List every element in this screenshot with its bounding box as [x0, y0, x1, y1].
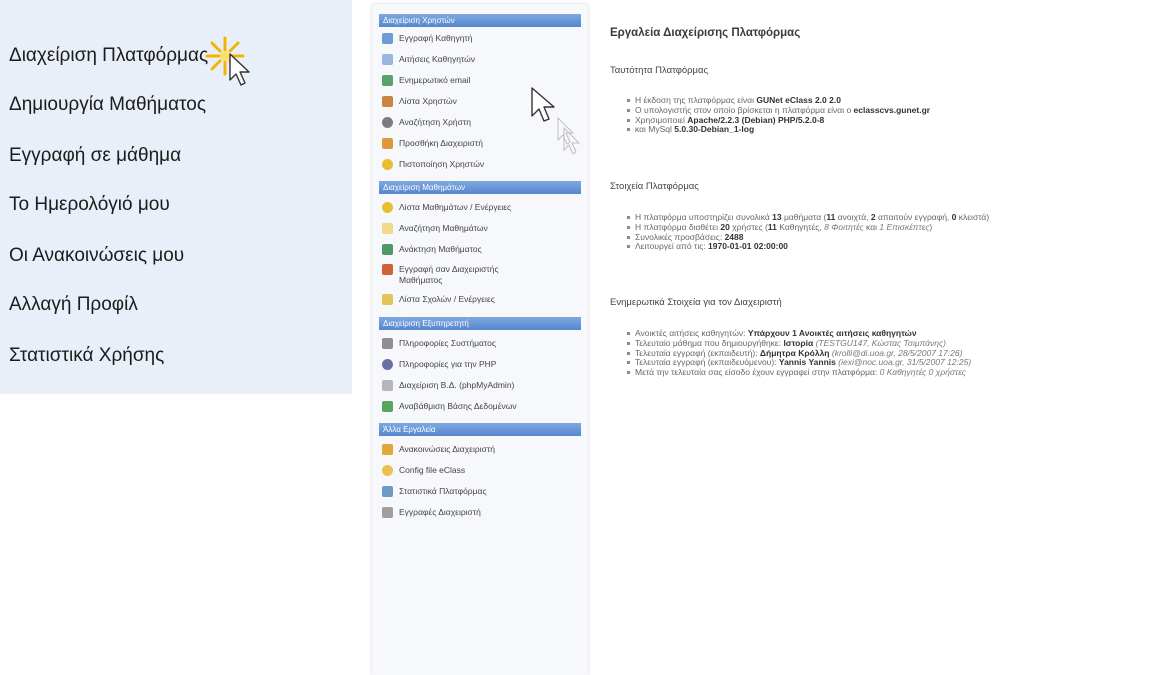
menu-item-usage-stats[interactable]: Στατιστικά Χρήσης	[9, 345, 164, 367]
course-restore-icon	[382, 244, 393, 255]
mouse-cursor-icon	[229, 53, 250, 86]
page-title: Εργαλεία Διαχείρισης Πλατφόρμας	[610, 27, 801, 39]
info-text-part: 11	[767, 221, 777, 232]
menu-item-platform-admin[interactable]: Διαχείριση Πλατφόρμας	[9, 45, 208, 67]
info-list-item: και MySql 5.0.30-Debian_1-log	[610, 124, 930, 135]
info-text-part: Τελευταία εγγραφή (εκπαιδευόμενου):	[635, 357, 779, 368]
info-text-part: Δήμητρα Κρόλλη	[759, 347, 830, 358]
info-text-part: Λειτουργεί από τις:	[635, 241, 709, 252]
section-header-other-tools: Άλλα Εργαλεία	[379, 423, 581, 436]
info-text-part: Χρησιμοποιεί	[635, 114, 688, 125]
users-list-icon	[382, 96, 393, 107]
info-text-part: Η πλατφόρμα διαθέτει	[635, 221, 721, 232]
section-header-user-management: Διαχείριση Χρηστών	[379, 14, 581, 27]
menu-item-create-course[interactable]: Δημιουργία Μαθήματος	[9, 94, 206, 116]
info-text-part: (TESTGU147, Κώστας Τσιμπάνης)	[813, 337, 946, 348]
info-text-part: 13	[772, 212, 782, 222]
info-text-part: κλειστά)	[956, 212, 990, 222]
info-text-part: Ο υπολογιστής στον οποίο βρίσκεται η πλα…	[635, 104, 854, 115]
key-icon	[382, 159, 393, 170]
info-text-part: 0 Καθηγητές 0 χρήστες	[879, 367, 966, 378]
info-text-part: Υπάρχουν 1 Ανοικτές αιτήσεις καθηγητών	[747, 328, 917, 338]
info-text-part: 1 Επισκέπτες	[879, 221, 930, 232]
courses-list-icon	[382, 202, 393, 213]
info-text-part: 1970-01-01 02:00:00	[708, 241, 788, 252]
menu-item-my-announcements[interactable]: Οι Ανακοινώσεις μου	[9, 245, 184, 267]
section-title-platform-data: Στοιχεία Πλατφόρμας	[610, 181, 699, 192]
info-text-part: Η έκδοση της πλατφόρμας είναι	[635, 95, 757, 105]
section-header-server-management: Διαχείριση Εξυπηρετητή	[379, 317, 581, 330]
email-icon	[382, 75, 393, 86]
info-text-part: (krolli@di.uoa.gr, 28/5/2007 17:26)	[829, 347, 963, 358]
info-text-part: μαθήματα (	[781, 212, 827, 222]
info-text-part: Τελευταίο μάθημα που δημιουργήθηκε:	[635, 337, 784, 348]
stats-icon	[382, 486, 393, 497]
database-icon	[382, 380, 393, 391]
info-text-part: GUNet eClass 2.0 2.0	[756, 95, 841, 105]
info-text-part: eclasscvs.gunet.gr	[853, 104, 931, 115]
section-title-admin-info: Ενημερωτικά Στοιχεία για τον Διαχειριστή	[610, 297, 782, 308]
admin-log-icon	[382, 507, 393, 518]
course-search-icon	[382, 223, 393, 234]
config-icon	[382, 465, 393, 476]
info-list-item: Λειτουργεί από τις: 1970-01-01 02:00:00	[610, 241, 989, 252]
php-info-icon	[382, 359, 393, 370]
list-platform-data: Η πλατφόρμα υποστηρίζει συνολικά 13 μαθή…	[610, 212, 990, 252]
info-text-part: Μετά την τελευταία σας είσοδο έχουν εγγρ…	[635, 367, 880, 378]
info-text-part: και MySql	[635, 124, 675, 135]
section-title-platform-identity: Ταυτότητα Πλατφόρμας	[610, 65, 709, 76]
info-text-part: 20	[720, 221, 730, 232]
user-requests-icon	[382, 54, 393, 65]
info-text-part: Τελευταία εγγραφή (εκπαιδευτή):	[635, 347, 760, 358]
system-info-icon	[382, 338, 393, 349]
menu-item-edit-profile[interactable]: Αλλαγή Προφίλ	[9, 294, 138, 316]
info-text-part: 5.0.30-Debian_1-log	[674, 124, 755, 135]
info-text-part: Ανοικτές αιτήσεις καθηγητών:	[635, 328, 748, 338]
info-text-part: Yannis Yannis	[778, 357, 836, 368]
announce-icon	[382, 444, 393, 455]
course-admin-icon	[382, 264, 393, 275]
admin-add-icon	[382, 138, 393, 149]
menu-item-my-calendar[interactable]: Το Ημερολόγιό μου	[9, 194, 170, 216]
info-text-part: Apache/2.2.3 (Debian) PHP/5.2.0-8	[687, 114, 825, 125]
faculties-list-icon	[382, 294, 393, 305]
info-text-part: 8 Φοιτητές	[824, 221, 864, 232]
info-text-part: ανοιχτά,	[835, 212, 871, 222]
list-platform-identity: Η έκδοση της πλατφόρμας είναι GUNet eCla…	[610, 95, 931, 135]
user-menu-panel: Διαχείριση Πλατφόρμας Δημιουργία Μαθήματ…	[0, 0, 352, 394]
info-list-item: Μετά την τελευταία σας είσοδο έχουν εγγρ…	[610, 367, 971, 378]
info-text-part: (iexi@noc.uoa.gr, 31/5/2007 12:25)	[835, 357, 972, 368]
info-text-part: Συνολικές προσβάσεις:	[635, 231, 725, 242]
info-text-part: χρήστες (	[729, 221, 768, 232]
info-text-part: 2488	[724, 231, 744, 242]
info-text-part: και	[863, 221, 880, 232]
info-text-part: Ιστορία	[783, 337, 814, 348]
info-text-part: Η πλατφόρμα υποστηρίζει συνολικά	[635, 212, 773, 222]
main-content: Εργαλεία Διαχείρισης Πλατφόρμας Ταυτότητ…	[607, 0, 1174, 675]
user-add-icon	[382, 33, 393, 44]
info-text-part: Καθηγητές,	[776, 221, 825, 232]
section-header-course-management: Διαχείριση Μαθημάτων	[379, 181, 581, 194]
list-admin-info: Ανοικτές αιτήσεις καθηγητών: Υπάρχουν 1 …	[610, 328, 972, 378]
user-search-icon	[382, 117, 393, 128]
info-text-part: )	[929, 221, 933, 232]
menu-item-course-register[interactable]: Εγγραφή σε μάθημα	[9, 145, 181, 167]
info-text-part: απαιτούν εγγραφή,	[875, 212, 952, 222]
mouse-cursor-trail-icon	[531, 87, 581, 155]
db-upgrade-icon	[382, 401, 393, 412]
